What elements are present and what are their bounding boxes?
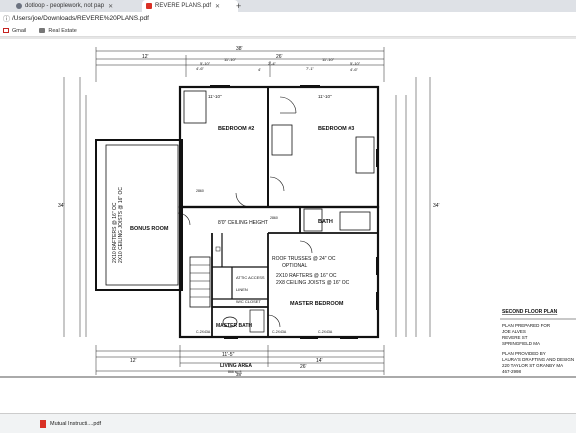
bookmarks-bar: Gmail Real Estate	[0, 25, 576, 37]
company-address: 220 TAYLOR ST GRANBY MA	[502, 363, 563, 368]
tab-dotloop[interactable]: dotloop - peoplework, not pap ✕	[2, 0, 152, 12]
bedroom3-dim: 11'-10"	[318, 94, 332, 99]
optional-label: OPTIONAL	[282, 263, 308, 269]
provided-by: PLAN PROVIDED BY	[502, 351, 546, 356]
linen-label: LINEN	[236, 287, 248, 292]
tab-revere-plans[interactable]: REVERE PLANS.pdf ✕	[142, 0, 238, 12]
master-bath-label: MASTER BATH	[216, 323, 252, 329]
tab-bar: dotloop - peoplework, not pap ✕ REVERE P…	[0, 0, 576, 12]
attic-label: ATTIC ACCESS	[236, 275, 265, 280]
living-area-label: LIVING AREA	[220, 363, 252, 369]
dim-a: 14'	[316, 358, 323, 364]
top-dimension-lines	[95, 47, 385, 82]
tab-label: REVERE PLANS.pdf	[155, 3, 212, 9]
client-street: REVERE ST	[502, 335, 528, 340]
client-city: SPRINGFIELD MA	[502, 341, 540, 346]
dim-inner-top: 26'	[276, 54, 283, 60]
dim-overall-bottom: 38'	[236, 372, 242, 377]
bookmark-label: Gmail	[12, 27, 27, 34]
window-code: C-2X43A	[272, 330, 287, 334]
folder-icon	[39, 28, 46, 33]
window-code: C-2X43A	[196, 330, 211, 334]
bedroom2-dim: 11'-10"	[208, 94, 222, 99]
joists2-label: 2X8 CEILING JOISTS @ 16" OC	[276, 280, 350, 286]
close-tab-icon[interactable]: ✕	[108, 3, 113, 10]
dim-d4: 11'-10"	[322, 57, 335, 62]
dotloop-favicon-icon	[16, 3, 22, 9]
pdf-viewer[interactable]: 38' 26' 12' 5'-10" 11'-10" 2'-4" 11'-10"…	[0, 37, 576, 412]
door-code: 2860	[196, 189, 204, 193]
dim-d2: 11'-10"	[224, 57, 237, 62]
dim-d7: 7'-1"	[306, 66, 315, 71]
roof-trusses-label: ROOF TRUSSES @ 24" OC	[272, 256, 336, 262]
dim-left: 34'	[58, 203, 65, 209]
close-tab-icon[interactable]: ✕	[215, 3, 220, 10]
plan-name: SECOND FLOOR PLAN	[502, 309, 558, 315]
bedroom2-label: BEDROOM #2	[218, 126, 254, 132]
dim-d5: 5'-10"	[350, 61, 361, 66]
client-name: JOE ALVES	[502, 329, 526, 334]
address-url[interactable]: /Users/joe/Downloads/REVERE%20PLANS.pdf	[12, 15, 149, 22]
bonus-room-label: BONUS ROOM	[130, 226, 169, 232]
rafters2-label: 2X10 RAFTERS @ 16" OC	[276, 273, 337, 279]
bookmark-gmail[interactable]: Gmail	[3, 28, 26, 34]
title-block: SECOND FLOOR PLAN PLAN PREPARED FOR JOE …	[500, 309, 576, 374]
dim-left-bottom: 12'	[130, 358, 137, 364]
bookmark-label: Real Estate	[48, 27, 77, 34]
door-code: 2860	[270, 216, 278, 220]
dim-d6: 4'	[258, 67, 261, 72]
ceiling-height-label: 8'0" CEILING HEIGHT	[218, 220, 268, 226]
dim-b: 11'-5"	[222, 352, 235, 358]
file-icon: ⓘ	[3, 15, 10, 23]
gmail-icon	[3, 28, 9, 33]
dim-right: 34'	[433, 203, 440, 209]
pdf-file-icon	[40, 419, 46, 428]
tab-label: dotloop - peoplework, not pap	[25, 3, 105, 9]
company-phone: 467-2998	[502, 369, 522, 374]
dim-d8b: 4'-6"	[196, 66, 205, 71]
dim-d8: 4'-6"	[350, 67, 359, 72]
dim-inner-bottom: 26'	[300, 364, 307, 370]
prepared-for: PLAN PREPARED FOR	[502, 323, 551, 328]
pdf-favicon-icon	[146, 3, 152, 9]
floor-plan-drawing: 38' 26' 12' 5'-10" 11'-10" 2'-4" 11'-10"…	[0, 37, 576, 378]
address-bar[interactable]: ⓘ /Users/joe/Downloads/REVERE%20PLANS.pd…	[0, 12, 576, 25]
bath-label: BATH	[318, 219, 333, 225]
company-name: LAURA'S DRAFTING AND DESIGN	[502, 357, 574, 362]
closet-label: W/C CLOSET	[236, 299, 261, 304]
download-item[interactable]: Mutual Instructi....pdf	[50, 421, 101, 427]
bedroom3-label: BEDROOM #3	[318, 126, 354, 132]
dim-d3: 2'-4"	[268, 61, 277, 66]
window-code: C-2X43A	[318, 330, 333, 334]
new-tab-icon[interactable]: +	[236, 0, 241, 12]
dim-overall-top: 38'	[236, 46, 243, 52]
dim-left-top: 12'	[142, 54, 149, 60]
bonus-joists-note: 2X10 CEILING JOISTS @ 16" OC	[118, 187, 124, 263]
master-bedroom-label: MASTER BEDROOM	[290, 301, 344, 307]
download-bar: Mutual Instructi....pdf	[0, 413, 576, 433]
bookmark-real-estate[interactable]: Real Estate	[39, 27, 77, 34]
